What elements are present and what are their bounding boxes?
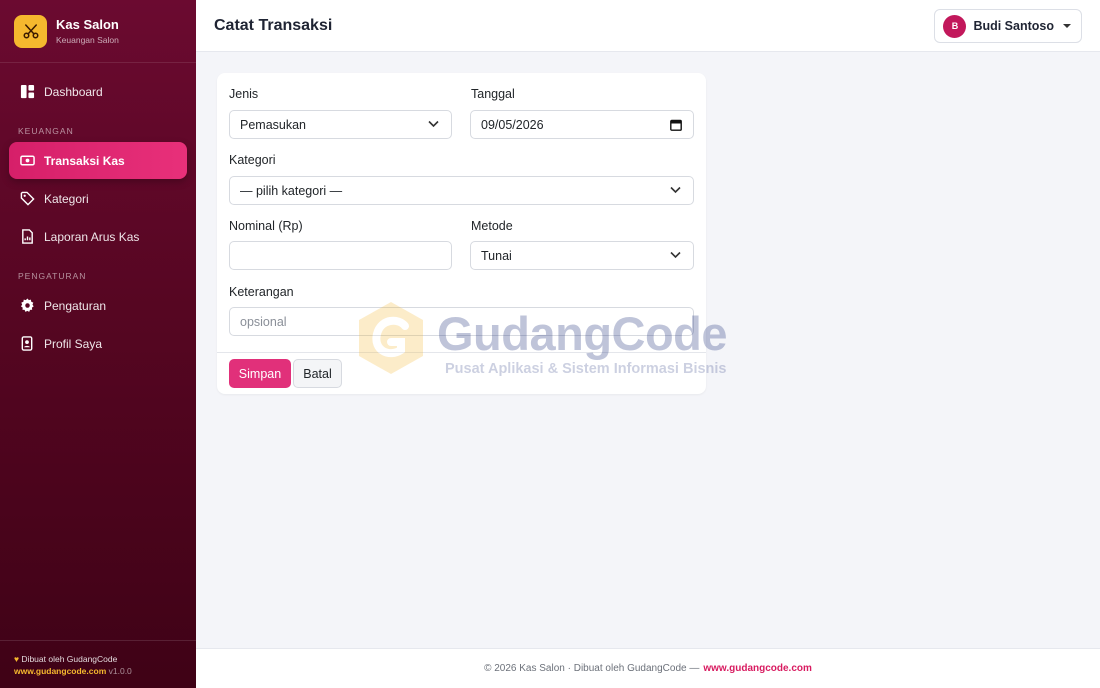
chevron-down-icon (670, 251, 681, 259)
watermark-title: GudangCode (437, 307, 728, 360)
sidebar-item-label: Transaksi Kas (44, 153, 125, 168)
tanggal-input[interactable]: 09/05/2026 (470, 110, 694, 139)
sidebar-item-label: Profil Saya (44, 336, 103, 351)
footer-link[interactable]: www.gudangcode.com (703, 663, 812, 674)
keterangan-placeholder: opsional (240, 314, 287, 329)
scissors-icon (14, 14, 47, 48)
metode-select[interactable]: Tunai (470, 241, 694, 270)
page-title: Catat Transaksi (214, 16, 333, 34)
sidebar: Kas Salon Keuangan Salon Dashboard KEUAN… (0, 0, 196, 688)
report-icon (19, 229, 35, 245)
sidebar-item-dashboard[interactable]: Dashboard (9, 73, 187, 110)
save-button[interactable]: Simpan (229, 359, 291, 388)
jenis-select[interactable]: Pemasukan (229, 110, 452, 139)
brand-title: Kas Salon (56, 17, 119, 32)
sidebar-item-label: Laporan Arus Kas (44, 229, 140, 244)
caret-down-icon (1063, 24, 1071, 28)
user-menu-button[interactable]: B Budi Santoso (934, 9, 1082, 43)
sidebar-item-label: Dashboard (44, 84, 103, 99)
jenis-value: Pemasukan (240, 117, 307, 132)
metode-label: Metode (471, 219, 513, 233)
tanggal-label: Tanggal (471, 87, 515, 101)
tag-icon (19, 191, 35, 207)
sidebar-footer-link[interactable]: www.gudangcode.com (14, 666, 106, 676)
avatar: B (943, 14, 967, 38)
kategori-select[interactable]: — pilih kategori — (229, 176, 694, 205)
brand-subtitle: Keuangan Salon (56, 35, 119, 45)
watermark-subtitle: Pusat Aplikasi & Sistem Informasi Bisnis (445, 361, 727, 377)
sidebar-footer: ♥ Dibuat oleh GudangCode www.gudangcode.… (0, 640, 196, 688)
sidebar-item-pengaturan[interactable]: Pengaturan (9, 287, 187, 324)
nominal-input[interactable] (229, 241, 452, 270)
gear-icon (19, 298, 35, 314)
section-keuangan: KEUANGAN (18, 126, 74, 136)
cancel-button[interactable]: Batal (293, 359, 342, 388)
version-text: v1.0.0 (108, 666, 132, 676)
dashboard-icon (19, 84, 35, 100)
profile-icon (19, 336, 35, 352)
page-footer: © 2026 Kas Salon · Dibuat oleh GudangCod… (196, 648, 1100, 688)
brand[interactable]: Kas Salon Keuangan Salon (0, 0, 196, 63)
sidebar-item-transaksi-kas[interactable]: Transaksi Kas (9, 142, 187, 179)
metode-value: Tunai (481, 248, 512, 263)
section-pengaturan: PENGATURAN (18, 271, 87, 281)
sidebar-item-laporan[interactable]: Laporan Arus Kas (9, 218, 187, 255)
sidebar-nav: Dashboard KEUANGAN Transaksi Kas Kategor… (0, 63, 196, 362)
kategori-label: Kategori (229, 153, 276, 167)
heart-icon: ♥ (14, 654, 20, 664)
keterangan-label: Keterangan (229, 285, 294, 299)
calendar-icon[interactable] (670, 119, 682, 131)
user-name: Budi Santoso (973, 19, 1054, 33)
sidebar-item-label: Pengaturan (44, 298, 107, 313)
sidebar-item-label: Kategori (44, 191, 89, 206)
footer-text: © 2026 Kas Salon · Dibuat oleh GudangCod… (484, 663, 700, 674)
sidebar-item-kategori[interactable]: Kategori (9, 180, 187, 217)
credit-text: Dibuat oleh GudangCode (21, 654, 118, 664)
chevron-down-icon (670, 186, 681, 194)
jenis-label: Jenis (229, 87, 259, 101)
cash-icon (19, 153, 35, 169)
kategori-value: — pilih kategori — (240, 183, 343, 198)
chevron-down-icon (428, 120, 439, 128)
nominal-label: Nominal (Rp) (229, 219, 303, 233)
sidebar-item-profil[interactable]: Profil Saya (9, 325, 187, 362)
watermark-logo-icon (359, 302, 423, 374)
tanggal-value: 09/05/2026 (481, 117, 544, 132)
topbar: Catat Transaksi B Budi Santoso (196, 0, 1100, 52)
